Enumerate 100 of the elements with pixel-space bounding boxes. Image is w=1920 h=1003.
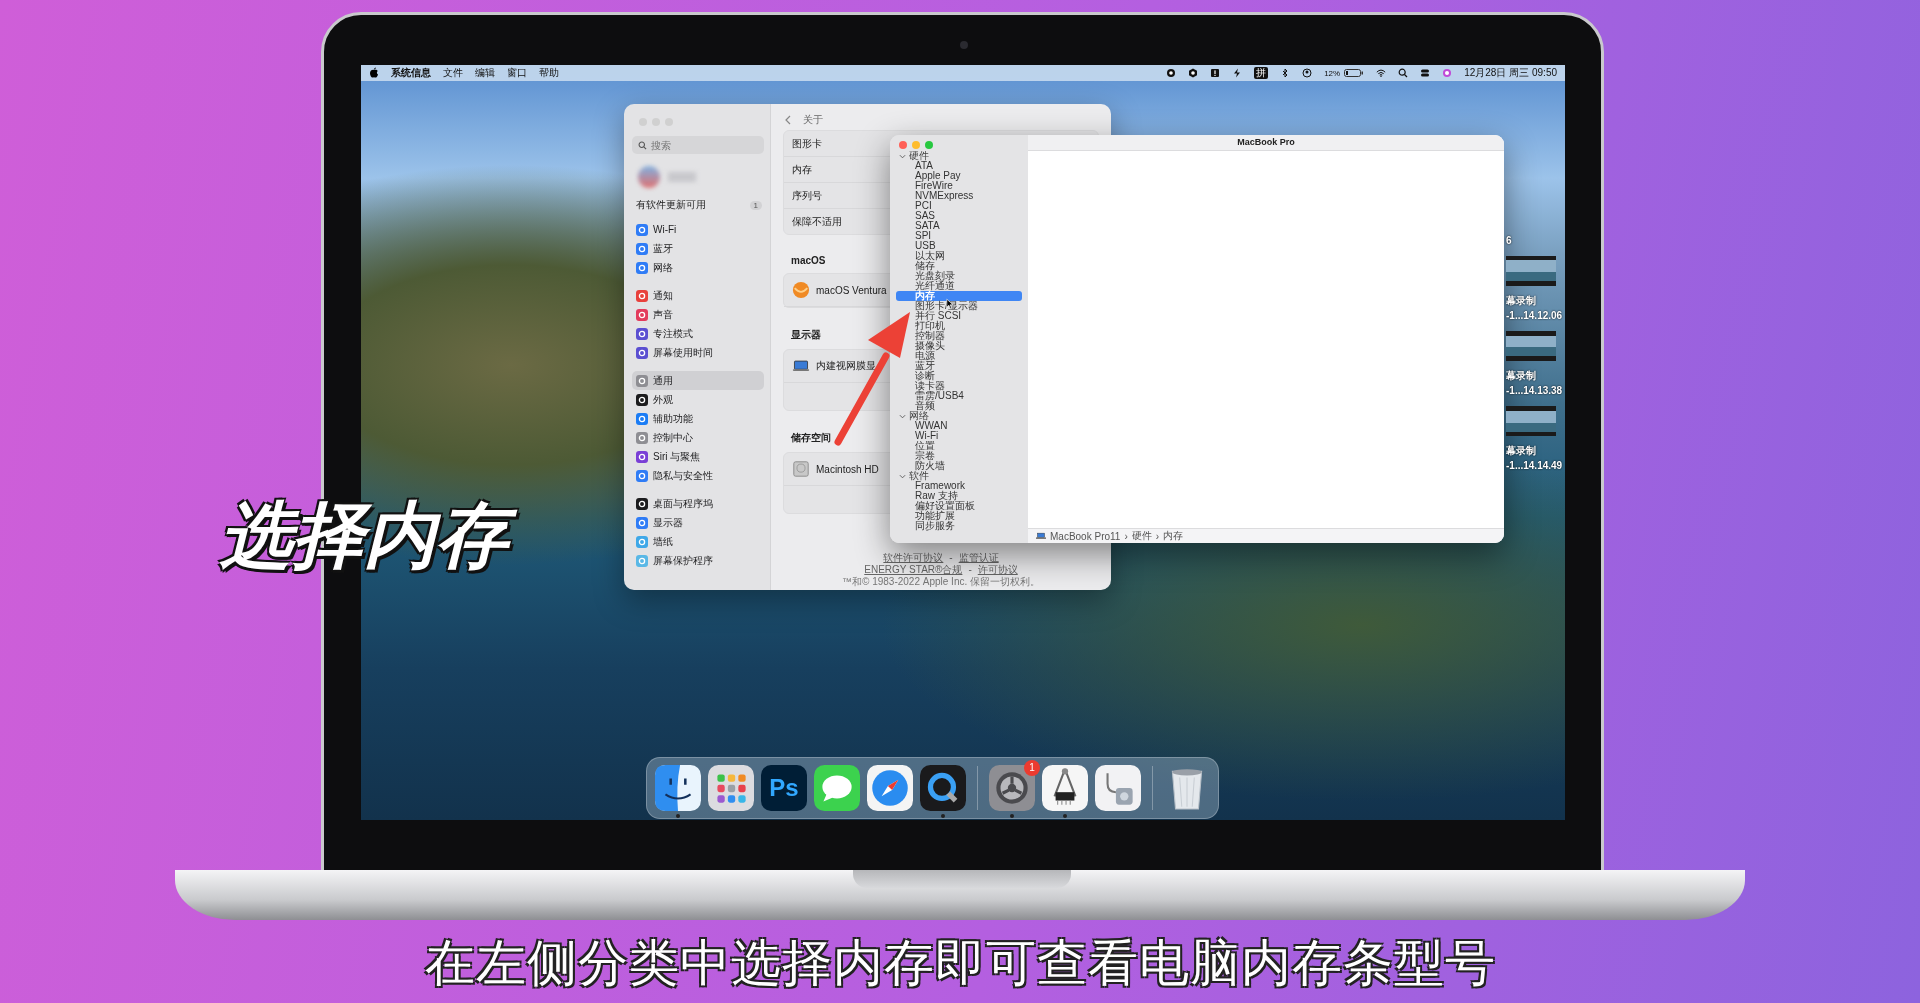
hexagon-icon[interactable]	[1188, 68, 1199, 78]
tree-item[interactable]: WWAN	[915, 421, 948, 431]
sidebar-item[interactable]: 声音	[632, 305, 764, 324]
tree-item[interactable]: PCI	[915, 201, 932, 211]
tree-item[interactable]: 以太网	[915, 251, 945, 261]
dock-app-button[interactable]	[920, 765, 966, 811]
apple-logo-icon[interactable]	[369, 67, 379, 79]
tree-item[interactable]: 功能扩展	[915, 511, 955, 521]
tree-item[interactable]: 防火墙	[915, 461, 945, 471]
menu-item[interactable]: 窗口	[507, 66, 527, 80]
chevron-icon[interactable]	[899, 412, 906, 420]
tree-item[interactable]: 同步服务	[915, 521, 955, 531]
legal-link[interactable]: 软件许可协议	[883, 552, 944, 564]
tree-item[interactable]: SPI	[915, 231, 932, 241]
legal-link[interactable]: ENERGY STAR®合规	[864, 564, 963, 576]
user-icon[interactable]	[1302, 68, 1313, 78]
date-time[interactable]: 12月28日 周三 09:50	[1464, 66, 1557, 80]
tree-item[interactable]: Apple Pay	[915, 171, 961, 181]
wifi-icon[interactable]	[1376, 68, 1387, 78]
sidebar-item[interactable]: 墙纸	[632, 532, 764, 551]
tree-item[interactable]: 控制器	[915, 331, 945, 341]
tree-item[interactable]: 读卡器	[915, 381, 945, 391]
tree-item[interactable]: ATA	[915, 161, 933, 171]
back-chevron-icon[interactable]	[785, 115, 791, 125]
file-label[interactable]: 幕录制	[1506, 368, 1565, 383]
section-item[interactable]: macOS Ventura	[816, 284, 887, 296]
file-label[interactable]: 幕录制	[1506, 293, 1565, 308]
legal-link[interactable]: 监管认证	[958, 552, 999, 564]
tree-item[interactable]: SAS	[915, 211, 935, 221]
sidebar-item[interactable]: Wi-Fi	[632, 220, 764, 239]
sidebar-item[interactable]: 桌面与程序坞	[632, 494, 764, 513]
update-notice[interactable]: 有软件更新可用	[636, 198, 706, 212]
tree-item[interactable]: Raw 支持	[915, 491, 958, 501]
search-icon[interactable]	[1398, 68, 1409, 78]
sidebar-item[interactable]: 通知	[632, 286, 764, 305]
tree-item[interactable]: 偏好设置面板	[915, 501, 975, 511]
sidebar-item[interactable]: 屏幕保护程序	[632, 551, 764, 570]
control-center-icon[interactable]	[1420, 68, 1431, 78]
menu-item[interactable]: 文件	[443, 66, 463, 80]
tree-item[interactable]: 储存	[915, 261, 935, 271]
sidebar-item[interactable]: 屏幕使用时间	[632, 343, 764, 362]
tree-item[interactable]: 电源	[915, 351, 935, 361]
tree-item[interactable]: Framework	[915, 481, 965, 491]
sidebar-item[interactable]: Siri 与聚焦	[632, 447, 764, 466]
gear-icon	[989, 765, 1035, 811]
tree-item[interactable]: FireWire	[915, 181, 953, 191]
menu-item[interactable]: 帮助	[539, 66, 559, 80]
file-label[interactable]: -1...14.13.38	[1506, 383, 1565, 398]
tree-item[interactable]: 内存	[896, 291, 1022, 301]
file-label[interactable]: 幕录制	[1506, 443, 1565, 458]
sidebar-item[interactable]: 网络	[632, 258, 764, 277]
file-label[interactable]: -1...14.12.06	[1506, 308, 1565, 323]
video-thumbnail[interactable]	[1506, 256, 1556, 286]
tree-item[interactable]: 位置	[915, 441, 935, 451]
search-field[interactable]: 搜索	[632, 136, 764, 154]
battery-icon[interactable]	[1344, 68, 1365, 78]
sidebar-item[interactable]: 隐私与安全性	[632, 466, 764, 485]
file-label[interactable]: 6	[1506, 233, 1565, 248]
tree-category[interactable]: 网络	[896, 411, 1022, 421]
section-heading: macOS	[791, 255, 826, 266]
legal-link[interactable]: 许可协议	[977, 564, 1018, 576]
tree-item[interactable]: 蓝牙	[915, 361, 935, 371]
tree-item[interactable]: SATA	[915, 221, 940, 231]
exclamation-square-icon[interactable]	[1210, 68, 1221, 78]
dock-app-button[interactable]	[1042, 765, 1088, 811]
tree-item[interactable]: 光盘刻录	[915, 271, 955, 281]
sidebar-item[interactable]: 专注模式	[632, 324, 764, 343]
section-item[interactable]: Macintosh HD	[816, 463, 879, 475]
tree-item[interactable]: 光纤通道	[915, 281, 955, 291]
tree-item[interactable]: USB	[915, 241, 936, 251]
siri-icon[interactable]	[1442, 68, 1453, 78]
tree-item[interactable]: Wi-Fi	[915, 431, 939, 441]
tree-item[interactable]: 雷雳/USB4	[915, 391, 964, 401]
tree-item[interactable]: 摄像头	[915, 341, 945, 351]
sidebar-item[interactable]: 辅助功能	[632, 409, 764, 428]
video-thumbnail[interactable]	[1506, 331, 1556, 361]
record-icon[interactable]	[1166, 68, 1177, 78]
sidebar-item[interactable]: 控制中心	[632, 428, 764, 447]
tree-item[interactable]: 打印机	[915, 321, 945, 331]
sidebar-item[interactable]: 蓝牙	[632, 239, 764, 258]
section-item[interactable]: 内建视网膜显	[816, 359, 876, 373]
sidebar-item[interactable]: 通用	[632, 371, 764, 390]
chevron-icon[interactable]	[899, 152, 906, 160]
input-method-indicator[interactable]: 拼	[1254, 67, 1269, 79]
tree-item[interactable]: 宗卷	[915, 451, 935, 461]
tree-item[interactable]: NVMExpress	[915, 191, 974, 201]
tree-category[interactable]: 硬件	[896, 151, 1022, 161]
app-menu[interactable]: 系统信息	[391, 66, 431, 80]
tree-category[interactable]: 软件	[896, 471, 1022, 481]
tree-item[interactable]: 并行 SCSI	[915, 311, 962, 321]
sidebar-item[interactable]: 外观	[632, 390, 764, 409]
tree-item[interactable]: 诊断	[915, 371, 935, 381]
chevron-icon[interactable]	[899, 472, 906, 480]
tree-item[interactable]: 音频	[915, 401, 935, 411]
sidebar-item[interactable]: 显示器	[632, 513, 764, 532]
file-label[interactable]: -1...14.14.49	[1506, 458, 1565, 473]
dock-app-button[interactable]	[655, 765, 701, 811]
video-thumbnail[interactable]	[1506, 406, 1556, 436]
dock-app-button[interactable]: Ps	[761, 765, 807, 811]
menu-item[interactable]: 编辑	[475, 66, 495, 80]
